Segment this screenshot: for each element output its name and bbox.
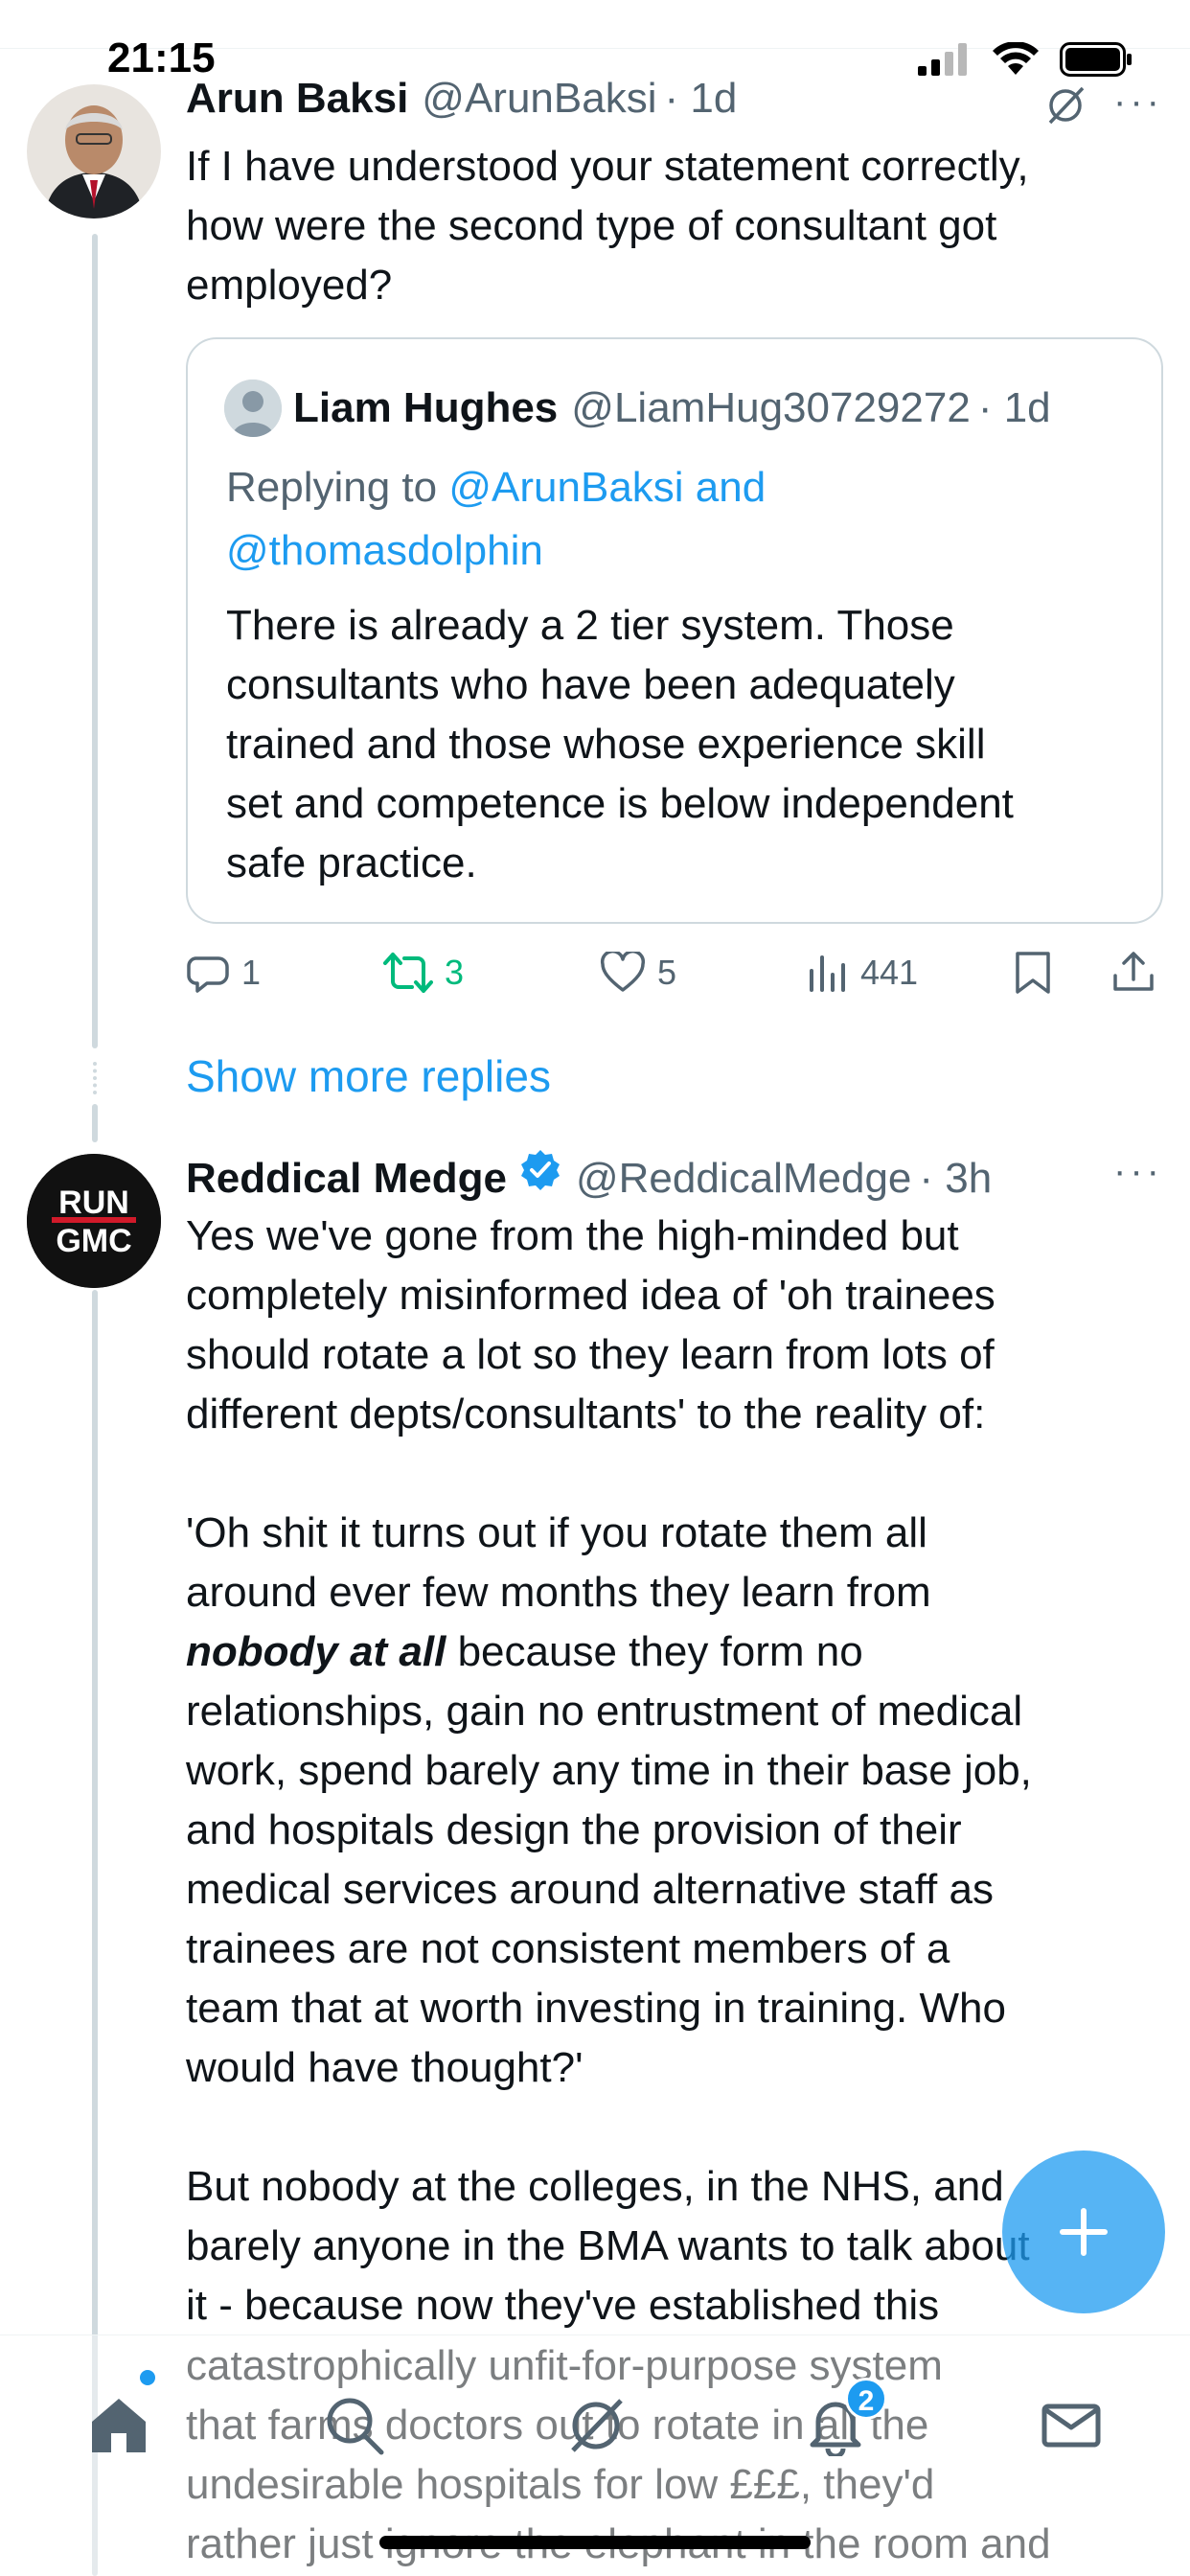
status-time: 21:15 <box>107 34 216 81</box>
cellular-signal-icon <box>918 43 967 76</box>
quote-text-line: set and competence is below independent <box>226 780 1014 827</box>
share-button[interactable] <box>1111 939 1156 1006</box>
like-count: 5 <box>657 953 677 992</box>
like-button[interactable]: 5 <box>600 939 676 1006</box>
tweet-text-line: work, spend barely any time in their bas… <box>186 1747 1032 1794</box>
replying-to-link[interactable]: @ArunBaksi and <box>448 464 766 511</box>
home-icon <box>92 2399 146 2452</box>
tweet-text-line: should rotate a lot so they learn from l… <box>186 1331 995 1378</box>
battery-icon <box>1060 42 1132 77</box>
quote-time: · 1d <box>977 384 1051 431</box>
avatar[interactable]: RUN GMC <box>27 1154 161 1288</box>
emphasized-text: nobody at all <box>186 1628 446 1675</box>
repost-button[interactable]: 3 <box>383 939 464 1006</box>
reply-button[interactable]: 1 <box>186 939 261 1006</box>
tweet-header: Reddical Medge @ReddicalMedge · 3h <box>186 1148 992 1203</box>
author-name[interactable]: Reddical Medge <box>186 1155 507 1203</box>
profile-photo-icon <box>27 84 161 218</box>
repost-icon <box>383 953 433 993</box>
repost-count: 3 <box>445 953 465 992</box>
tab-search[interactable] <box>316 2387 393 2464</box>
plus-icon <box>1060 2208 1108 2256</box>
views-button[interactable]: 441 <box>807 939 918 1006</box>
mail-icon <box>1041 2404 1101 2448</box>
quote-text-line: consultants who have been adequately <box>226 661 955 708</box>
wifi-icon <box>993 42 1039 75</box>
tweet-text-line: different depts/consultants' to the real… <box>186 1391 986 1438</box>
quote-text-line: trained and those whose experience skill <box>226 721 986 768</box>
quoted-tweet-card[interactable]: Liam Hughes @LiamHug30729272 · 1d Replyi… <box>186 337 1163 924</box>
tweet-text-line: would have thought?' <box>186 2044 584 2091</box>
compose-button[interactable] <box>1002 2150 1165 2313</box>
tab-home[interactable] <box>80 2370 157 2464</box>
views-icon <box>810 955 845 992</box>
quote-text-line: There is already a 2 tier system. Those <box>226 602 954 649</box>
tweet-text-line: medical services around alternative staf… <box>186 1866 994 1913</box>
tweet-text-line: nobody at all because they form no <box>186 1622 1173 1682</box>
svg-text:GMC: GMC <box>56 1223 131 1259</box>
unread-dot <box>140 2370 155 2385</box>
svg-text:RUN: RUN <box>58 1184 129 1221</box>
quote-header: Liam Hughes @LiamHug30729272 · 1d <box>224 380 1051 437</box>
tweet-text: Yes we've gone from the high-minded but … <box>186 1207 1173 2335</box>
avatar[interactable] <box>27 84 161 218</box>
tweet-text-line: Yes we've gone from the high-minded but <box>186 1212 959 1259</box>
grok-icon <box>571 2399 623 2452</box>
share-icon <box>1113 952 1154 991</box>
tweet-text-line: employed? <box>186 262 393 309</box>
tweet-text-line: trainees are not consistent members of a <box>186 1925 950 1972</box>
search-icon <box>327 2398 384 2455</box>
status-bar: 21:15 <box>0 0 1190 96</box>
tab-messages[interactable] <box>1033 2387 1110 2464</box>
tab-grok[interactable] <box>558 2387 634 2464</box>
tweet-text-line: 'Oh shit it turns out if you rotate them… <box>186 1509 927 1556</box>
tweet-text-fragment: because they form no <box>446 1628 863 1675</box>
tweet-text-line: how were the second type of consultant g… <box>186 202 997 249</box>
replying-to: Replying to @ArunBaksi and @thomasdolphi… <box>226 456 1088 583</box>
run-gmc-logo-icon: RUN GMC <box>27 1154 161 1288</box>
reply-icon <box>187 956 229 993</box>
tweet-text-line: If I have understood your statement corr… <box>186 143 1029 190</box>
tab-notifications[interactable]: 2 <box>797 2378 887 2464</box>
tweet-text-line: completely misinformed idea of 'oh train… <box>186 1272 995 1319</box>
heart-icon <box>600 952 646 992</box>
tweet-time: · 3h <box>919 1155 993 1202</box>
tweet-text-line: relationships, gain no entrustment of me… <box>186 1688 1023 1735</box>
tweet-text-line: team that at worth investing in training… <box>186 1985 1006 2032</box>
thread-line <box>92 234 98 1048</box>
tweet-text: If I have understood your statement corr… <box>186 137 1173 315</box>
more-options-icon[interactable]: ··· <box>1113 1150 1163 1193</box>
thread-line <box>92 1104 98 1142</box>
notification-badge: 2 <box>845 2378 887 2420</box>
replying-prefix: Replying to <box>226 464 449 511</box>
bookmark-button[interactable] <box>1014 939 1052 1006</box>
action-bar: 1 3 5 441 <box>186 939 1173 1006</box>
status-icons <box>918 42 1133 77</box>
tweet-text-line: around ever few months they learn from <box>186 1569 931 1616</box>
thread-connector-dots <box>93 1062 97 1094</box>
quote-text: There is already a 2 tier system. Those … <box>226 596 1136 893</box>
verified-badge-icon <box>520 1150 560 1190</box>
replying-to-link[interactable]: @thomasdolphin <box>226 527 543 574</box>
quote-text-line: safe practice. <box>226 840 477 886</box>
quote-author-handle: @LiamHug30729272 <box>571 384 971 431</box>
bookmark-icon <box>1016 952 1050 994</box>
author-handle[interactable]: @ReddicalMedge <box>576 1155 911 1203</box>
view-count: 441 <box>860 953 919 992</box>
tweet-text-line: and hospitals design the provision of th… <box>186 1806 962 1853</box>
home-indicator[interactable] <box>379 2536 811 2549</box>
default-avatar-icon <box>224 380 282 437</box>
quote-author-name: Liam Hughes <box>293 384 559 431</box>
reply-count: 1 <box>241 953 262 992</box>
show-more-replies-link[interactable]: Show more replies <box>186 1050 551 1102</box>
